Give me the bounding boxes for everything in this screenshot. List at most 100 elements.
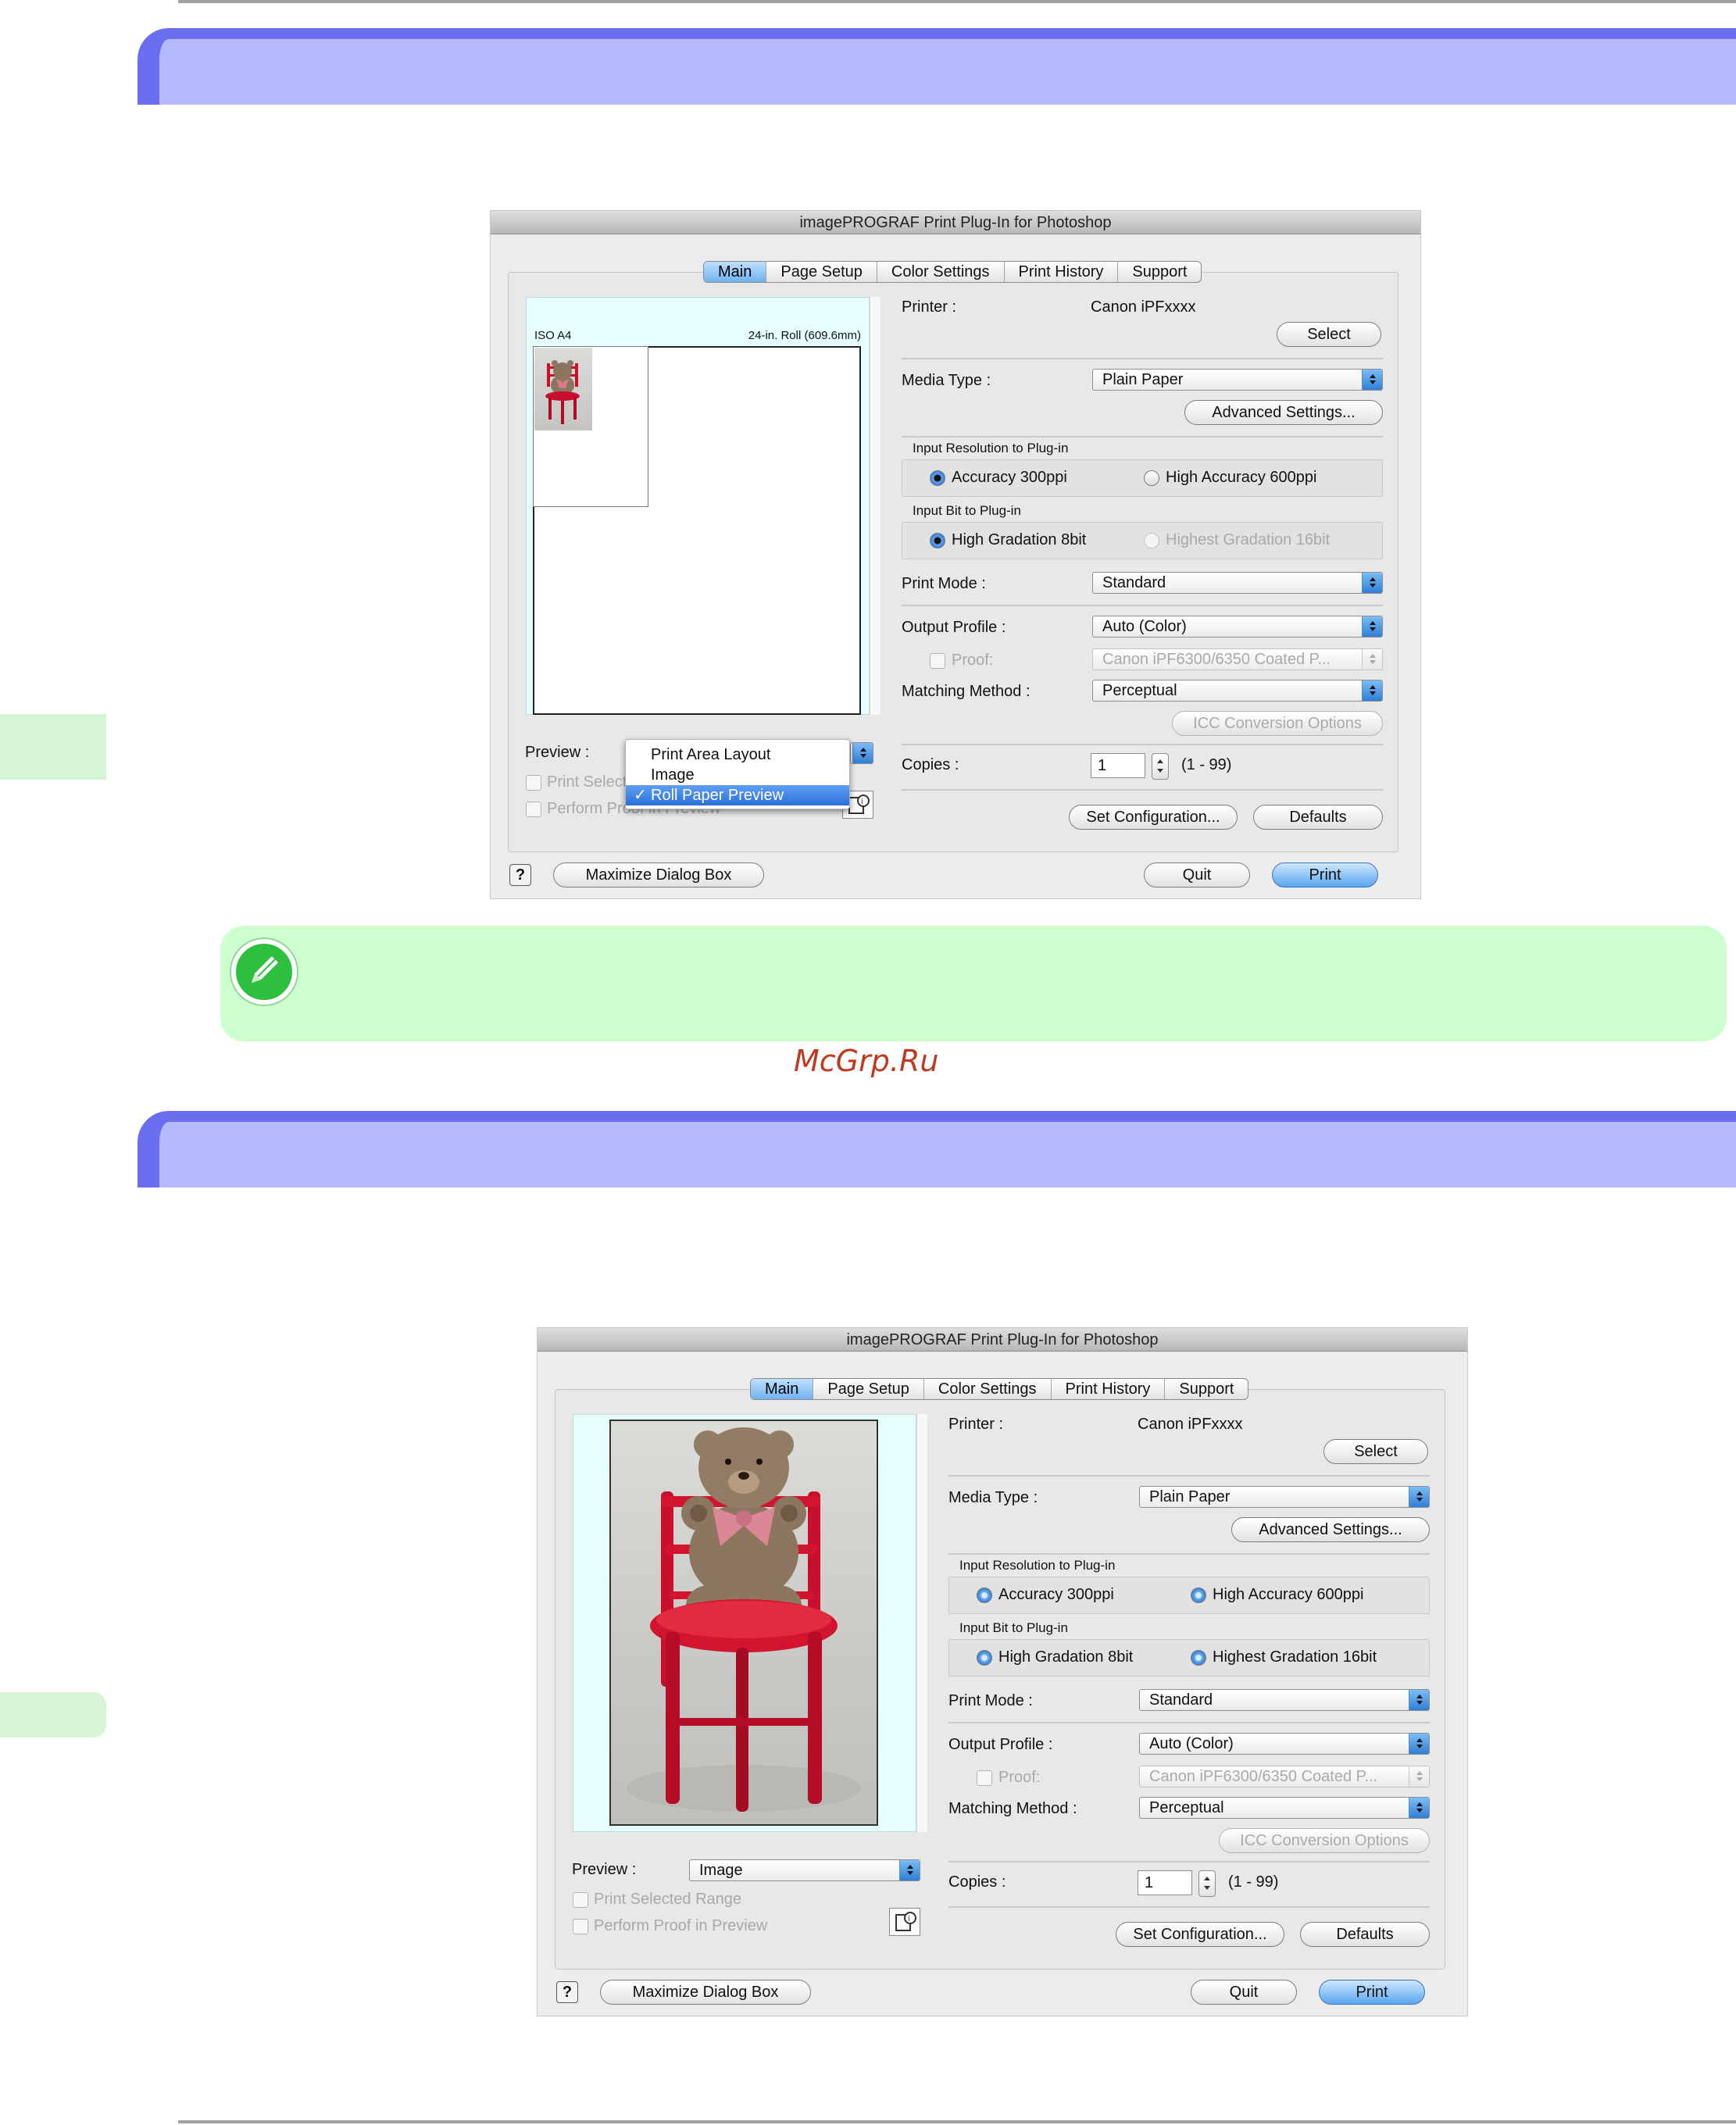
tab-print-history[interactable]: Print History: [1052, 1379, 1166, 1399]
print-mode-select[interactable]: Standard: [1092, 572, 1383, 594]
defaults-button[interactable]: Defaults: [1300, 1922, 1430, 1947]
gradation-8bit-radio[interactable]: [977, 1650, 992, 1666]
icc-conversion-options-button[interactable]: ICC Conversion Options: [1219, 1828, 1430, 1853]
perform-proof-checkbox[interactable]: [526, 802, 541, 817]
bottom-rule: [178, 2120, 1736, 2123]
separator: [948, 1906, 1430, 1908]
set-configuration-button[interactable]: Set Configuration...: [1116, 1922, 1284, 1947]
gradation-16bit-radio[interactable]: [1144, 533, 1159, 548]
print-mode-select[interactable]: Standard: [1139, 1689, 1430, 1711]
separator: [948, 1475, 1430, 1477]
output-profile-select[interactable]: Auto (Color): [1139, 1733, 1430, 1755]
print-button[interactable]: Print: [1272, 862, 1378, 888]
perform-proof-checkbox[interactable]: [573, 1919, 588, 1934]
print-selected-checkbox[interactable]: [573, 1892, 588, 1908]
proof-checkbox[interactable]: [977, 1770, 992, 1786]
gradation-8bit-label: High Gradation 8bit: [998, 1648, 1134, 1666]
section-header-band-2: [138, 1111, 1736, 1188]
quit-button[interactable]: Quit: [1144, 862, 1250, 888]
copies-stepper[interactable]: [1198, 1870, 1216, 1897]
quit-button[interactable]: Quit: [1191, 1980, 1297, 2005]
high-accuracy-600-radio[interactable]: [1191, 1588, 1206, 1603]
icc-conversion-options-button[interactable]: ICC Conversion Options: [1172, 711, 1383, 736]
media-type-select[interactable]: Plain Paper: [1139, 1486, 1430, 1508]
print-selected-checkbox[interactable]: [526, 775, 541, 791]
chevron-updown-icon: [1409, 1734, 1429, 1754]
menu-item-print-area-layout[interactable]: Print Area Layout: [626, 745, 849, 765]
tab-color-settings[interactable]: Color Settings: [877, 262, 1005, 282]
maximize-dialog-button[interactable]: Maximize Dialog Box: [600, 1980, 811, 2005]
help-icon[interactable]: ?: [556, 1981, 578, 2003]
separator: [948, 1861, 1430, 1862]
advanced-settings-button[interactable]: Advanced Settings...: [1231, 1517, 1430, 1542]
chevron-updown-icon: [1362, 616, 1382, 637]
media-type-select[interactable]: Plain Paper: [1092, 369, 1383, 391]
menu-item-roll-paper-preview-label: Roll Paper Preview: [651, 787, 784, 804]
preview-scrollbar[interactable]: [916, 1414, 927, 1832]
media-type-value: Plain Paper: [1149, 1488, 1231, 1505]
perform-proof-label: Perform Proof in Preview: [594, 1917, 768, 1934]
chapter-side-tab: [0, 714, 106, 780]
separator: [902, 436, 1383, 438]
tab-support[interactable]: Support: [1165, 1379, 1248, 1399]
proof-profile-select[interactable]: Canon iPF6300/6350 Coated P...: [1139, 1766, 1430, 1788]
chevron-updown-icon: [1362, 573, 1382, 593]
matching-method-select[interactable]: Perceptual: [1092, 680, 1383, 702]
proof-checkbox[interactable]: [930, 653, 945, 669]
preview-pane: [573, 1414, 916, 1832]
print-mode-label: Print Mode :: [948, 1692, 1033, 1709]
image-thumbnail: [534, 348, 592, 430]
output-profile-select[interactable]: Auto (Color): [1092, 616, 1383, 638]
gradation-16bit-radio[interactable]: [1191, 1650, 1206, 1666]
high-accuracy-600-radio[interactable]: [1144, 470, 1159, 486]
proof-preview-button[interactable]: i: [889, 1908, 920, 1936]
advanced-settings-button[interactable]: Advanced Settings...: [1184, 400, 1383, 425]
select-printer-button[interactable]: Select: [1277, 322, 1381, 347]
copies-input[interactable]: 1: [1091, 753, 1145, 778]
copies-input[interactable]: 1: [1138, 1870, 1192, 1895]
preview-label: Preview :: [572, 1861, 637, 1878]
printer-value: Canon iPFxxxx: [1091, 298, 1196, 316]
help-icon[interactable]: ?: [509, 864, 531, 886]
print-button[interactable]: Print: [1319, 1980, 1425, 2005]
preview-select-arrow[interactable]: [850, 742, 873, 764]
menu-item-roll-paper-preview[interactable]: ✓ Roll Paper Preview: [626, 785, 849, 805]
gradation-8bit-label: High Gradation 8bit: [952, 531, 1087, 548]
menu-item-image[interactable]: Image: [626, 765, 849, 785]
gradation-8bit-radio[interactable]: [930, 533, 945, 548]
matching-method-select[interactable]: Perceptual: [1139, 1797, 1430, 1819]
plugin-dialog-2: imagePROGRAF Print Plug-In for Photoshop…: [538, 1328, 1467, 2016]
chevron-updown-icon: [1362, 370, 1382, 390]
tab-support[interactable]: Support: [1118, 262, 1201, 282]
accuracy-300-radio[interactable]: [977, 1588, 992, 1603]
maximize-dialog-button[interactable]: Maximize Dialog Box: [553, 862, 764, 888]
preview-pane: ISO A4 24-in. Roll (609.6mm): [526, 297, 870, 715]
tab-page-setup[interactable]: Page Setup: [766, 262, 877, 282]
preview-scrollbar[interactable]: [870, 297, 881, 715]
accuracy-300-label: Accuracy 300ppi: [952, 469, 1067, 486]
copies-stepper[interactable]: [1152, 753, 1169, 780]
tab-color-settings[interactable]: Color Settings: [924, 1379, 1052, 1399]
select-printer-button[interactable]: Select: [1323, 1439, 1428, 1464]
watermark: McGrp.Ru: [794, 1044, 939, 1078]
tab-main[interactable]: Main: [704, 262, 767, 282]
tab-page-setup[interactable]: Page Setup: [813, 1379, 924, 1399]
high-accuracy-600-label: High Accuracy 600ppi: [1166, 469, 1317, 486]
accuracy-300-radio[interactable]: [930, 470, 945, 486]
print-mode-value: Standard: [1149, 1691, 1213, 1709]
input-bit-group-label: Input Bit to Plug-in: [959, 1620, 1068, 1635]
high-accuracy-600-label: High Accuracy 600ppi: [1213, 1586, 1364, 1603]
tab-main[interactable]: Main: [751, 1379, 814, 1399]
tab-print-history[interactable]: Print History: [1005, 262, 1119, 282]
print-mode-value: Standard: [1102, 574, 1166, 591]
preview-select[interactable]: Image: [689, 1859, 920, 1881]
proof-profile-select[interactable]: Canon iPF6300/6350 Coated P...: [1092, 648, 1383, 670]
separator: [948, 1722, 1430, 1723]
chevron-updown-icon: [1409, 1487, 1429, 1507]
set-configuration-button[interactable]: Set Configuration...: [1069, 805, 1238, 830]
print-mode-label: Print Mode :: [902, 575, 986, 592]
chevron-updown-icon: [1362, 649, 1382, 670]
tab-bar: Main Page Setup Color Settings Print His…: [703, 261, 1202, 283]
defaults-button[interactable]: Defaults: [1253, 805, 1383, 830]
proof-label: Proof:: [952, 652, 994, 669]
